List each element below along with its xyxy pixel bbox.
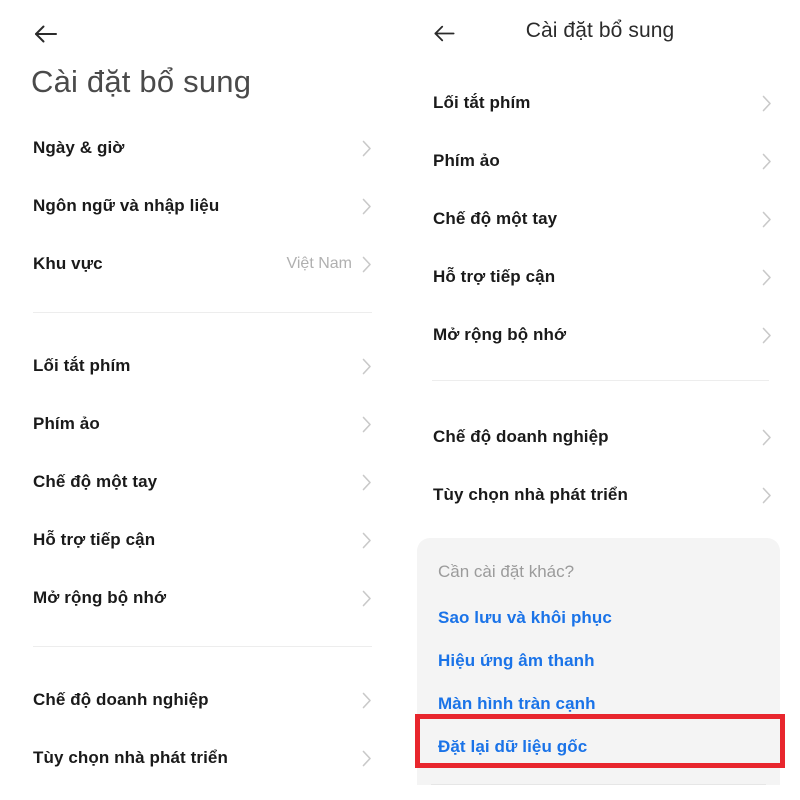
list-item-label: Chế độ doanh nghiệp bbox=[33, 690, 209, 709]
list-item-label: Lối tắt phím bbox=[433, 93, 531, 112]
page-title: Cài đặt bổ sung bbox=[31, 64, 252, 99]
list-item[interactable]: Ngôn ngữ và nhập liệu bbox=[33, 177, 372, 235]
chevron-right-icon bbox=[762, 487, 772, 504]
list-item[interactable]: Chế độ một tay bbox=[33, 453, 372, 511]
back-button[interactable] bbox=[429, 18, 463, 52]
chevron-right-icon bbox=[362, 692, 372, 709]
group-divider bbox=[33, 312, 372, 313]
list-item[interactable]: Tùy chọn nhà phát triển bbox=[33, 729, 372, 787]
chevron-right-icon bbox=[362, 140, 372, 157]
list-item[interactable]: Chế độ doanh nghiệp bbox=[33, 671, 372, 729]
arrow-left-icon bbox=[29, 17, 63, 51]
list-item-label: Chế độ doanh nghiệp bbox=[433, 427, 609, 446]
list-item[interactable]: Phím ảo bbox=[33, 395, 372, 453]
list-item[interactable]: Chế độ doanh nghiệp bbox=[433, 408, 772, 466]
left-settings-panel: Cài đặt bổ sung Ngày & giờ Ngôn ngữ và n… bbox=[0, 0, 400, 800]
list-item-label: Phím ảo bbox=[33, 414, 100, 433]
card-link-list: Sao lưu và khôi phục Hiệu ứng âm thanh M… bbox=[438, 596, 780, 768]
chevron-right-icon bbox=[762, 269, 772, 286]
settings-group-2: Chế độ doanh nghiệp Tùy chọn nhà phát tr… bbox=[433, 408, 772, 524]
back-button[interactable] bbox=[29, 17, 63, 51]
screenshot-root: Cài đặt bổ sung Ngày & giờ Ngôn ngữ và n… bbox=[0, 0, 800, 800]
chevron-right-icon bbox=[362, 750, 372, 767]
list-item[interactable]: Khu vực Việt Nam bbox=[33, 235, 372, 293]
list-item[interactable]: Ngày & giờ bbox=[33, 119, 372, 177]
list-item-label: Hỗ trợ tiếp cận bbox=[33, 530, 156, 549]
list-item-label: Chế độ một tay bbox=[33, 472, 158, 491]
chevron-right-icon bbox=[762, 211, 772, 228]
list-item-label: Khu vực bbox=[33, 254, 103, 273]
list-item-value: Việt Nam bbox=[286, 255, 352, 272]
list-item[interactable]: Mở rộng bộ nhớ bbox=[33, 569, 372, 627]
group-divider bbox=[33, 646, 372, 647]
list-item-label: Lối tắt phím bbox=[33, 356, 131, 375]
list-item-label: Tùy chọn nhà phát triển bbox=[433, 485, 628, 504]
card-link-factory-reset[interactable]: Đặt lại dữ liệu gốc bbox=[438, 725, 780, 768]
group-divider bbox=[432, 380, 769, 381]
right-settings-panel: Cài đặt bổ sung Lối tắt phím Phím ảo Chế… bbox=[400, 0, 800, 800]
more-settings-card: Cần cài đặt khác? Sao lưu và khôi phục H… bbox=[417, 538, 780, 785]
chevron-right-icon bbox=[362, 198, 372, 215]
card-bottom-divider bbox=[431, 784, 766, 785]
chevron-right-icon bbox=[762, 153, 772, 170]
chevron-right-icon bbox=[362, 532, 372, 549]
list-item[interactable]: Hỗ trợ tiếp cận bbox=[33, 511, 372, 569]
list-item-label: Tùy chọn nhà phát triển bbox=[33, 748, 228, 767]
settings-group-1: Lối tắt phím Phím ảo Chế độ một tay Hỗ t… bbox=[433, 74, 772, 364]
chevron-right-icon bbox=[362, 416, 372, 433]
chevron-right-icon bbox=[762, 95, 772, 112]
list-item-label: Phím ảo bbox=[433, 151, 500, 170]
list-item[interactable]: Tùy chọn nhà phát triển bbox=[433, 466, 772, 524]
list-item-label: Mở rộng bộ nhớ bbox=[433, 325, 567, 344]
list-item[interactable]: Phím ảo bbox=[433, 132, 772, 190]
list-item[interactable]: Hỗ trợ tiếp cận bbox=[433, 248, 772, 306]
chevron-right-icon bbox=[362, 256, 372, 273]
card-link-backup-restore[interactable]: Sao lưu và khôi phục bbox=[438, 596, 780, 639]
settings-group-2: Lối tắt phím Phím ảo Chế độ một tay Hỗ t… bbox=[33, 337, 372, 627]
list-item-label: Ngôn ngữ và nhập liệu bbox=[33, 196, 220, 215]
arrow-left-icon bbox=[429, 18, 463, 49]
chevron-right-icon bbox=[362, 358, 372, 375]
list-item-label: Ngày & giờ bbox=[33, 138, 125, 157]
settings-group-1: Ngày & giờ Ngôn ngữ và nhập liệu Khu vực… bbox=[33, 119, 372, 293]
settings-group-3: Chế độ doanh nghiệp Tùy chọn nhà phát tr… bbox=[33, 671, 372, 787]
list-item[interactable]: Chế độ một tay bbox=[433, 190, 772, 248]
chevron-right-icon bbox=[762, 327, 772, 344]
chevron-right-icon bbox=[762, 429, 772, 446]
chevron-right-icon bbox=[362, 590, 372, 607]
list-item-label: Hỗ trợ tiếp cận bbox=[433, 267, 556, 286]
card-link-edge-screen[interactable]: Màn hình tràn cạnh bbox=[438, 682, 780, 725]
card-link-sound-effects[interactable]: Hiệu ứng âm thanh bbox=[438, 639, 780, 682]
list-item[interactable]: Mở rộng bộ nhớ bbox=[433, 306, 772, 364]
list-item[interactable]: Lối tắt phím bbox=[33, 337, 372, 395]
card-title: Cần cài đặt khác? bbox=[438, 562, 575, 581]
chevron-right-icon bbox=[362, 474, 372, 491]
list-item-label: Mở rộng bộ nhớ bbox=[33, 588, 167, 607]
list-item-label: Chế độ một tay bbox=[433, 209, 558, 228]
list-item[interactable]: Lối tắt phím bbox=[433, 74, 772, 132]
